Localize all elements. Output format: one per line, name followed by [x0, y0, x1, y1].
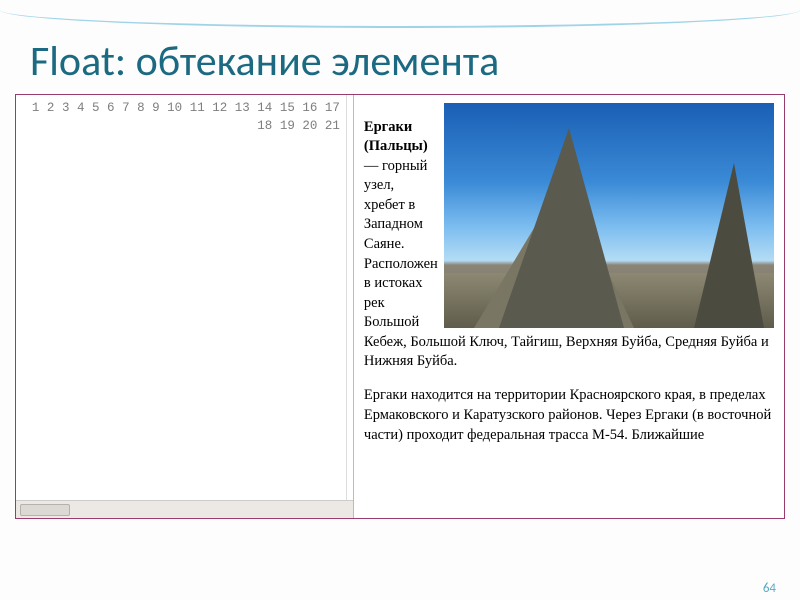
- code-content[interactable]: <html> <head> <style type='text/css'> .f…: [347, 95, 353, 500]
- code-area: 1 2 3 4 5 6 7 8 9 10 11 12 13 14 15 16 1…: [16, 95, 353, 500]
- page-number: 64: [763, 581, 776, 596]
- line-number-gutter: 1 2 3 4 5 6 7 8 9 10 11 12 13 14 15 16 1…: [16, 95, 347, 500]
- rendered-preview: Ергаки (Пальцы) — горный узел, хребет в …: [354, 95, 784, 518]
- example-panel: 1 2 3 4 5 6 7 8 9 10 11 12 13 14 15 16 1…: [15, 94, 785, 519]
- mountain-image: [444, 103, 774, 328]
- preview-bold-title: Ергаки (Пальцы): [364, 119, 428, 155]
- horizontal-scrollbar[interactable]: [16, 500, 353, 518]
- preview-paragraph-2: Ергаки находится на территории Красноярс…: [364, 386, 774, 445]
- code-editor: 1 2 3 4 5 6 7 8 9 10 11 12 13 14 15 16 1…: [16, 95, 354, 518]
- scrollbar-thumb[interactable]: [20, 504, 70, 516]
